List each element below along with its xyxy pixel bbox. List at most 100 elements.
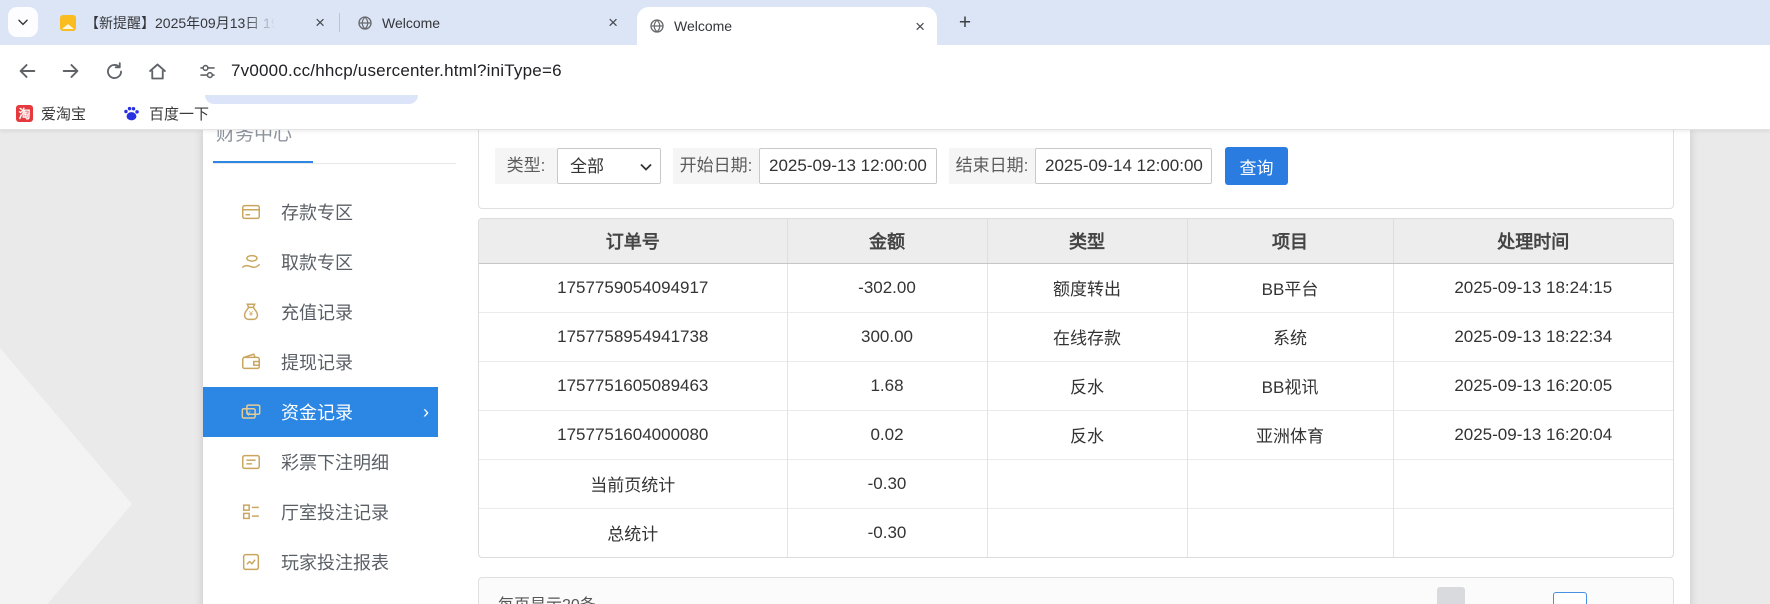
table-cell: 1.68 [786, 360, 987, 410]
pagination-bar: 每页显示20条 [478, 577, 1674, 604]
table-row-page-summary: 当前页统计 -0.30 [479, 458, 1673, 508]
table-cell: 1757758954941738 [479, 311, 787, 361]
table-cell: 反水 [986, 360, 1187, 410]
background-triangle [0, 348, 132, 604]
sidebar-divider [213, 163, 456, 164]
column-header-project: 项目 [1186, 219, 1393, 264]
table-cell: -0.30 [786, 507, 987, 557]
column-header-type: 类型 [986, 219, 1187, 264]
query-button[interactable]: 查询 [1225, 147, 1288, 185]
table-cell [1392, 507, 1673, 557]
forward-button[interactable] [60, 60, 82, 82]
table-cell: 在线存款 [986, 311, 1187, 361]
content-area: 财务中心 存款专区 取款专区 ¥ 充值记录 提现记录 ¥ 资金记录 › 彩票下注… [203, 130, 1690, 604]
table-cell: 当前页统计 [479, 458, 787, 508]
table-cell: 总统计 [479, 507, 787, 557]
type-select[interactable]: 全部 [557, 148, 661, 184]
table-row: 1757751605089463 1.68 反水 BB视讯 2025-09-13… [479, 360, 1673, 410]
table-cell: 额度转出 [986, 263, 1187, 312]
table-cell: 2025-09-13 18:22:34 [1392, 311, 1673, 361]
chevron-right-icon: › [423, 402, 429, 422]
sidebar-item-lottery-bet-details[interactable]: 彩票下注明细 [203, 437, 438, 487]
tab-strip: 【新提醒】2025年09月13日 19 × Welcome × Welcome … [0, 0, 1770, 45]
sidebar-item-recharge-records[interactable]: ¥ 充值记录 [203, 287, 438, 337]
table-row: 1757759054094917 -302.00 额度转出 BB平台 2025-… [479, 263, 1673, 312]
table-cell: 系统 [1186, 311, 1393, 361]
sidebar-item-deposit-zone[interactable]: 存款专区 [203, 187, 438, 237]
table-cell [986, 507, 1187, 557]
sidebar-item-player-bet-report[interactable]: 玩家投注报表 [203, 537, 438, 587]
globe-icon [650, 19, 664, 33]
column-header-time: 处理时间 [1392, 219, 1673, 264]
tab-notification[interactable]: 【新提醒】2025年09月13日 19 × [48, 0, 337, 45]
sidebar-item-withdrawal-records[interactable]: 提现记录 [203, 337, 438, 387]
tab-welcome-1[interactable]: Welcome × [345, 0, 630, 45]
type-select-value: 全部 [570, 157, 604, 176]
browser-window: 【新提醒】2025年09月13日 19 × Welcome × Welcome … [0, 0, 1770, 604]
table-cell: 1757751605089463 [479, 360, 787, 410]
table-cell: BB平台 [1186, 263, 1393, 312]
table-header-row: 订单号 金额 类型 项目 处理时间 [479, 219, 1673, 264]
table-cell: 300.00 [786, 311, 987, 361]
close-icon[interactable]: × [315, 14, 325, 31]
close-icon[interactable]: × [915, 18, 925, 35]
table-row: 1757751604000080 0.02 反水 亚洲体育 2025-09-13… [479, 409, 1673, 459]
tab-welcome-active[interactable]: Welcome × [637, 7, 937, 45]
page-size-text: 每页显示20条 [498, 591, 596, 604]
bank-card-icon [242, 204, 260, 220]
bookmark-baidu[interactable]: 百度一下 [122, 103, 209, 124]
table-cell: 2025-09-13 16:20:05 [1392, 360, 1673, 410]
tab-separator [339, 13, 340, 32]
table-cell: BB视讯 [1186, 360, 1393, 410]
address-bar[interactable]: 7v0000.cc/hhcp/usercenter.html?iniType=6 [231, 61, 562, 81]
tab-title: Welcome [382, 14, 441, 31]
pagination-prev-button[interactable] [1437, 587, 1465, 604]
reload-button[interactable] [104, 61, 125, 82]
tab-title: 【新提醒】2025年09月13日 19 [85, 14, 279, 31]
notification-favicon-icon [60, 14, 76, 31]
table-cell: 1757759054094917 [557, 277, 709, 297]
report-chart-icon [242, 553, 260, 571]
sidebar-item-label: 提现记录 [281, 353, 353, 373]
sidebar-menu: 存款专区 取款专区 ¥ 充值记录 提现记录 ¥ 资金记录 › 彩票下注明细 厅室… [203, 187, 438, 587]
baidu-paw-icon [124, 106, 139, 120]
list-card-icon [242, 454, 260, 470]
end-date-input[interactable] [1035, 148, 1212, 184]
select-chevron-icon [640, 163, 652, 171]
sidebar-item-label: 彩票下注明细 [281, 453, 389, 473]
table-row-total-summary: 总统计 -0.30 [479, 507, 1673, 557]
home-icon [149, 63, 166, 79]
column-header-amount: 金额 [786, 219, 987, 264]
sidebar-item-withdraw-zone[interactable]: 取款专区 [203, 237, 438, 287]
bookmark-label: 爱淘宝 [41, 105, 87, 123]
browser-toolbar: 7v0000.cc/hhcp/usercenter.html?iniType=6 [0, 45, 1770, 97]
sidebar-item-label: 资金记录 [281, 403, 353, 423]
pagination-page-button[interactable] [1553, 592, 1587, 604]
sidebar-item-hall-bet-records[interactable]: 厅室投注记录 [203, 487, 438, 537]
start-date-label: 开始日期: [673, 148, 759, 184]
globe-icon [358, 15, 372, 30]
bookmark-label: 百度一下 [149, 105, 210, 123]
new-tab-button[interactable]: + [951, 9, 979, 37]
web-page: 财务中心 存款专区 取款专区 ¥ 充值记录 提现记录 ¥ 资金记录 › 彩票下注… [0, 130, 1770, 604]
site-settings-button[interactable] [198, 62, 217, 81]
tune-icon [200, 64, 215, 78]
table-cell: 亚洲体育 [1186, 409, 1393, 459]
sidebar-header: 财务中心 [216, 130, 293, 145]
table-cell [1392, 458, 1673, 508]
table-cell [986, 458, 1187, 508]
home-button[interactable] [147, 61, 168, 82]
popup-bottom-edge [205, 95, 418, 104]
sidebar-item-label: 充值记录 [281, 303, 353, 323]
back-button[interactable] [16, 60, 38, 82]
sidebar-item-funds-records[interactable]: ¥ 资金记录 › [203, 387, 438, 437]
filter-bar: 类型: 全部 开始日期: 结束日期: 查询 [478, 130, 1674, 209]
start-date-input[interactable] [759, 148, 937, 184]
table-cell: 2025-09-13 18:24:15 [1392, 263, 1673, 312]
list-boxes-icon [242, 504, 259, 520]
reload-icon [107, 61, 122, 79]
tab-search-button[interactable] [8, 7, 38, 37]
end-date-label: 结束日期: [949, 148, 1035, 184]
close-icon[interactable]: × [608, 14, 618, 31]
bookmark-taobao[interactable]: 淘 爱淘宝 [16, 103, 86, 124]
